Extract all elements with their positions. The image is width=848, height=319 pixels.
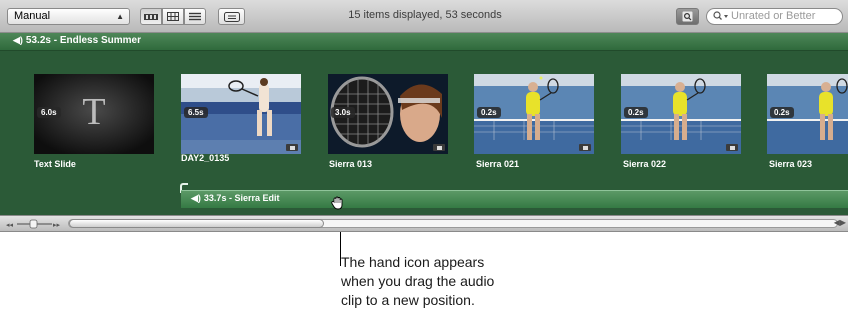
find-button[interactable] [676,8,699,25]
video-camera-icon [579,144,591,151]
event-header: ◀) 53.2s - Endless Summer [0,33,848,51]
video-camera-icon [286,144,298,151]
speaker-icon: ◀) [13,35,23,45]
clip-text-slide[interactable]: T 6.0s [34,74,154,154]
clip-duration: 0.2s [770,107,794,118]
video-camera-icon [726,144,738,151]
clip-label: Sierra 023 [769,159,813,169]
thumbnail-size-slider[interactable]: ◂◂ ▸▸ [6,219,64,229]
search-dropdown-icon [713,11,728,20]
toolbar: Manual ▲ 15 items displayed, 53 seconds [0,0,848,33]
filmstrip-icon [144,13,158,20]
clip-duration: 3.0s [331,107,355,118]
sort-order-popup[interactable]: Manual ▲ [7,8,130,25]
grid-icon [167,12,179,21]
clip-day2-0135[interactable]: 6.5s [181,74,301,154]
scrollbar-thumb[interactable] [69,219,324,228]
clip-duration: 6.5s [184,107,208,118]
clip-label: Sierra 022 [623,159,667,169]
clip-duration: 0.2s [477,107,501,118]
hand-cursor-icon [331,196,343,210]
clip-sierra-021[interactable]: 0.2s [474,74,594,154]
sort-order-value: Manual [14,10,51,22]
clip-label: DAY2_0135 [181,153,230,163]
rating-filter-value: Unrated or Better [731,10,816,22]
video-camera-icon [433,144,445,151]
clip-label: Text Slide [34,159,76,169]
items-status: 15 items displayed, 53 seconds [348,9,502,21]
svg-text:◂◂: ◂◂ [6,221,14,229]
audio-clip[interactable]: ◀) 33.7s - Sierra Edit [181,190,848,208]
view-list-button[interactable] [184,8,206,25]
view-grid-button[interactable] [162,8,184,25]
view-filmstrip-button[interactable] [140,8,162,25]
clip-label: Sierra 013 [329,159,373,169]
event-browser: ◀) 53.2s - Endless Summer T 6.0s Text Sli… [0,33,848,215]
caption-icon [223,11,240,22]
clip-sierra-023[interactable]: 0.2s [767,74,848,154]
audio-clip-label: 33.7s - Sierra Edit [203,193,280,203]
rating-filter-field[interactable]: Unrated or Better [706,8,843,25]
event-title: 53.2s - Endless Summer [25,35,141,46]
clip-sierra-022[interactable]: 0.2s [621,74,741,154]
clip-duration: 6.0s [37,107,61,118]
list-icon [189,12,201,21]
svg-text:▸▸: ▸▸ [53,221,61,229]
callout-line-3: clip to a new position. [341,292,475,308]
speaker-icon: ◀) [191,193,201,203]
magnifier-icon [682,11,693,22]
bottom-bar: ◂◂ ▸▸ ◀▶ [0,215,848,232]
callout-line-1: The hand icon appears [341,254,485,270]
clip-label: Sierra 021 [476,159,520,169]
callout-line-2: when you drag the audio [341,273,495,289]
scroll-arrows-icon[interactable]: ◀▶ [834,218,846,227]
clip-duration: 0.2s [624,107,648,118]
popup-arrows-icon: ▲ [116,12,124,21]
clip-sierra-013[interactable]: 3.0s [328,74,448,154]
show-titles-button[interactable] [218,8,245,25]
callout-text: The hand icon appears when you drag the … [341,253,494,310]
